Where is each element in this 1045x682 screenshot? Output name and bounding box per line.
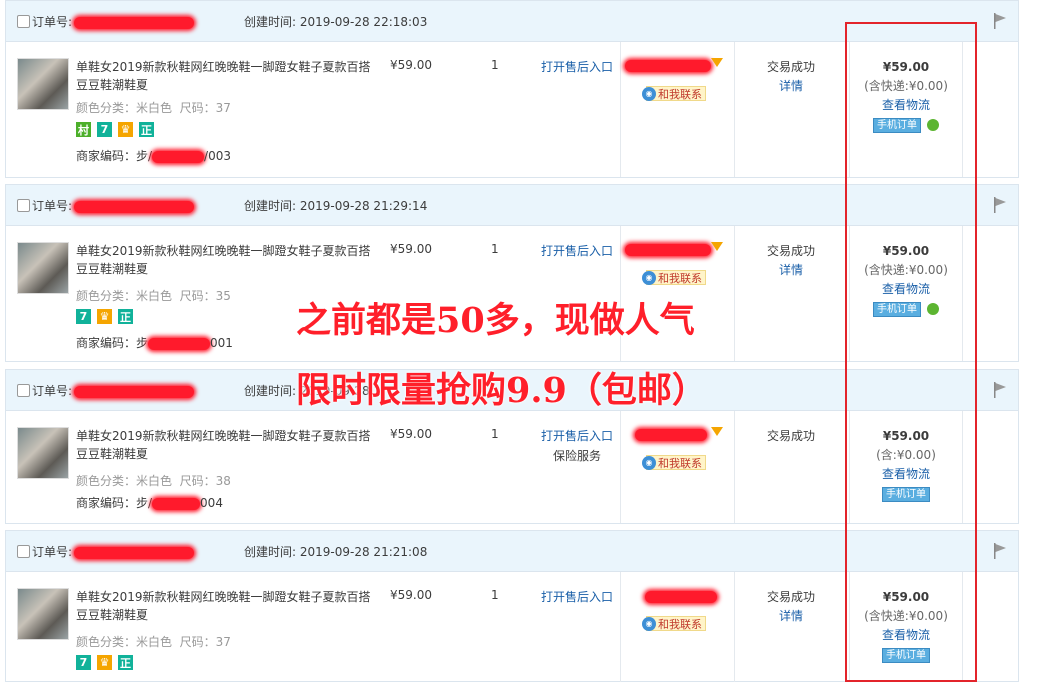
created-label: 创建时间: (244, 384, 297, 398)
funnel-icon[interactable] (711, 427, 723, 436)
quantity: 1 (491, 242, 499, 256)
gold-seller-icon[interactable]: ♛ (118, 122, 133, 137)
order-number-label: 订单号: (32, 384, 73, 398)
redacted-merchant-code (148, 337, 211, 350)
quantity: 1 (491, 588, 499, 602)
contact-seller-button[interactable]: ◉ 和我联系 (642, 270, 706, 285)
gold-seller-icon[interactable]: ♛ (97, 309, 112, 324)
unit-price: ¥59.00 (390, 58, 432, 72)
merchant-code-label: 商家编码：步 (76, 336, 149, 350)
chat-icon: ◉ (642, 270, 656, 285)
service-badges: 7 ♛ 正 (76, 655, 133, 670)
size-attr: 尺码：37 (179, 101, 231, 115)
unit-price: ¥59.00 (390, 588, 432, 602)
created-label: 创建时间: (244, 545, 297, 559)
color-attr: 颜色分类：米白色 (76, 474, 173, 488)
created-time: 2019-09-28 22:18:03 (299, 15, 428, 29)
detail-link[interactable]: 详情 (766, 77, 816, 96)
promo-overlay-line1: 之前都是50多，现做人气 (296, 300, 695, 341)
chat-icon: ◉ (642, 455, 656, 470)
size-attr: 尺码：35 (179, 289, 231, 303)
product-thumbnail[interactable] (17, 58, 69, 110)
service-badges: 村 7 ♛ 正 (76, 122, 154, 137)
flag-icon[interactable] (992, 542, 1008, 560)
color-attr: 颜色分类：米白色 (76, 289, 173, 303)
flag-icon[interactable] (992, 381, 1008, 399)
contact-seller-button[interactable]: ◉ 和我联系 (642, 616, 706, 631)
redacted-order-number (74, 385, 195, 398)
order-number-label: 订单号: (32, 545, 73, 559)
product-name[interactable]: 单鞋女2019新款秋鞋网红晚晚鞋一脚蹬女鞋子夏款百搭豆豆鞋潮鞋夏 (76, 58, 376, 94)
order-checkbox[interactable] (17, 545, 30, 558)
detail-link[interactable]: 详情 (766, 261, 816, 280)
aftersale-link[interactable]: 打开售后入口 (541, 242, 613, 259)
service-badges: 7 ♛ 正 (76, 309, 133, 324)
redacted-order-number (74, 200, 195, 213)
insurance-service[interactable]: 保险服务 (553, 447, 601, 464)
product-thumbnail[interactable] (17, 588, 69, 640)
merchant-code-label: 商家编码：步/ (76, 496, 153, 510)
aftersale-link[interactable]: 打开售后入口 (541, 427, 613, 444)
trade-status: 交易成功 (766, 60, 815, 74)
gold-seller-icon[interactable]: ♛ (97, 655, 112, 670)
seven-day-return-icon[interactable]: 7 (76, 309, 91, 324)
redacted-merchant-code (152, 497, 201, 510)
product-name[interactable]: 单鞋女2019新款秋鞋网红晚晚鞋一脚蹬女鞋子夏款百搭豆豆鞋潮鞋夏 (76, 588, 376, 624)
redacted-order-number (74, 546, 195, 559)
size-attr: 尺码：37 (179, 635, 231, 649)
authentic-badge-icon[interactable]: 正 (139, 122, 154, 137)
size-attr: 尺码：38 (179, 474, 231, 488)
highlight-box (845, 22, 977, 682)
product-thumbnail[interactable] (17, 242, 69, 294)
redacted-seller-name (625, 60, 711, 72)
merchant-code-suffix: 001 (210, 336, 233, 350)
created-time: 2019-09-28 21:29:14 (299, 199, 428, 213)
seven-day-return-icon[interactable]: 7 (97, 122, 112, 137)
authentic-badge-icon[interactable]: 正 (118, 309, 133, 324)
product-thumbnail[interactable] (17, 427, 69, 479)
color-attr: 颜色分类：米白色 (76, 101, 173, 115)
aftersale-link[interactable]: 打开售后入口 (541, 58, 613, 75)
funnel-icon[interactable] (711, 58, 723, 67)
chat-icon: ◉ (642, 616, 656, 631)
redacted-seller-name (645, 591, 717, 603)
contact-seller-button[interactable]: ◉ 和我联系 (642, 86, 706, 101)
merchant-code-suffix: /003 (204, 149, 231, 163)
redacted-order-number (74, 16, 195, 29)
redacted-seller-name (625, 244, 711, 256)
order-checkbox[interactable] (17, 15, 30, 28)
product-name[interactable]: 单鞋女2019新款秋鞋网红晚晚鞋一脚蹬女鞋子夏款百搭豆豆鞋潮鞋夏 (76, 427, 376, 463)
promo-overlay-line2: 限时限量抢购9.9（包邮） (296, 370, 707, 411)
color-attr: 颜色分类：米白色 (76, 635, 173, 649)
redacted-merchant-code (152, 150, 205, 163)
order-number-label: 订单号: (32, 15, 73, 29)
created-time: 2019-09-28 21:21:08 (299, 545, 428, 559)
aftersale-link[interactable]: 打开售后入口 (541, 588, 613, 605)
unit-price: ¥59.00 (390, 242, 432, 256)
created-label: 创建时间: (244, 15, 297, 29)
merchant-code-label: 商家编码：步/ (76, 149, 153, 163)
chat-icon: ◉ (642, 86, 656, 101)
quantity: 1 (491, 58, 499, 72)
merchant-code-suffix: 004 (200, 496, 223, 510)
order-checkbox[interactable] (17, 384, 30, 397)
order-number-label: 订单号: (32, 199, 73, 213)
trade-status: 交易成功 (766, 429, 815, 443)
trade-status: 交易成功 (766, 244, 815, 258)
detail-link[interactable]: 详情 (766, 607, 816, 626)
funnel-icon[interactable] (711, 242, 723, 251)
authentic-badge-icon[interactable]: 正 (118, 655, 133, 670)
unit-price: ¥59.00 (390, 427, 432, 441)
product-name[interactable]: 单鞋女2019新款秋鞋网红晚晚鞋一脚蹬女鞋子夏款百搭豆豆鞋潮鞋夏 (76, 242, 376, 278)
village-badge-icon[interactable]: 村 (76, 122, 91, 137)
seven-day-return-icon[interactable]: 7 (76, 655, 91, 670)
contact-seller-button[interactable]: ◉ 和我联系 (642, 455, 706, 470)
order-checkbox[interactable] (17, 199, 30, 212)
created-label: 创建时间: (244, 199, 297, 213)
quantity: 1 (491, 427, 499, 441)
flag-icon[interactable] (992, 12, 1008, 30)
redacted-seller-name (635, 429, 707, 441)
flag-icon[interactable] (992, 196, 1008, 214)
trade-status: 交易成功 (766, 590, 815, 604)
